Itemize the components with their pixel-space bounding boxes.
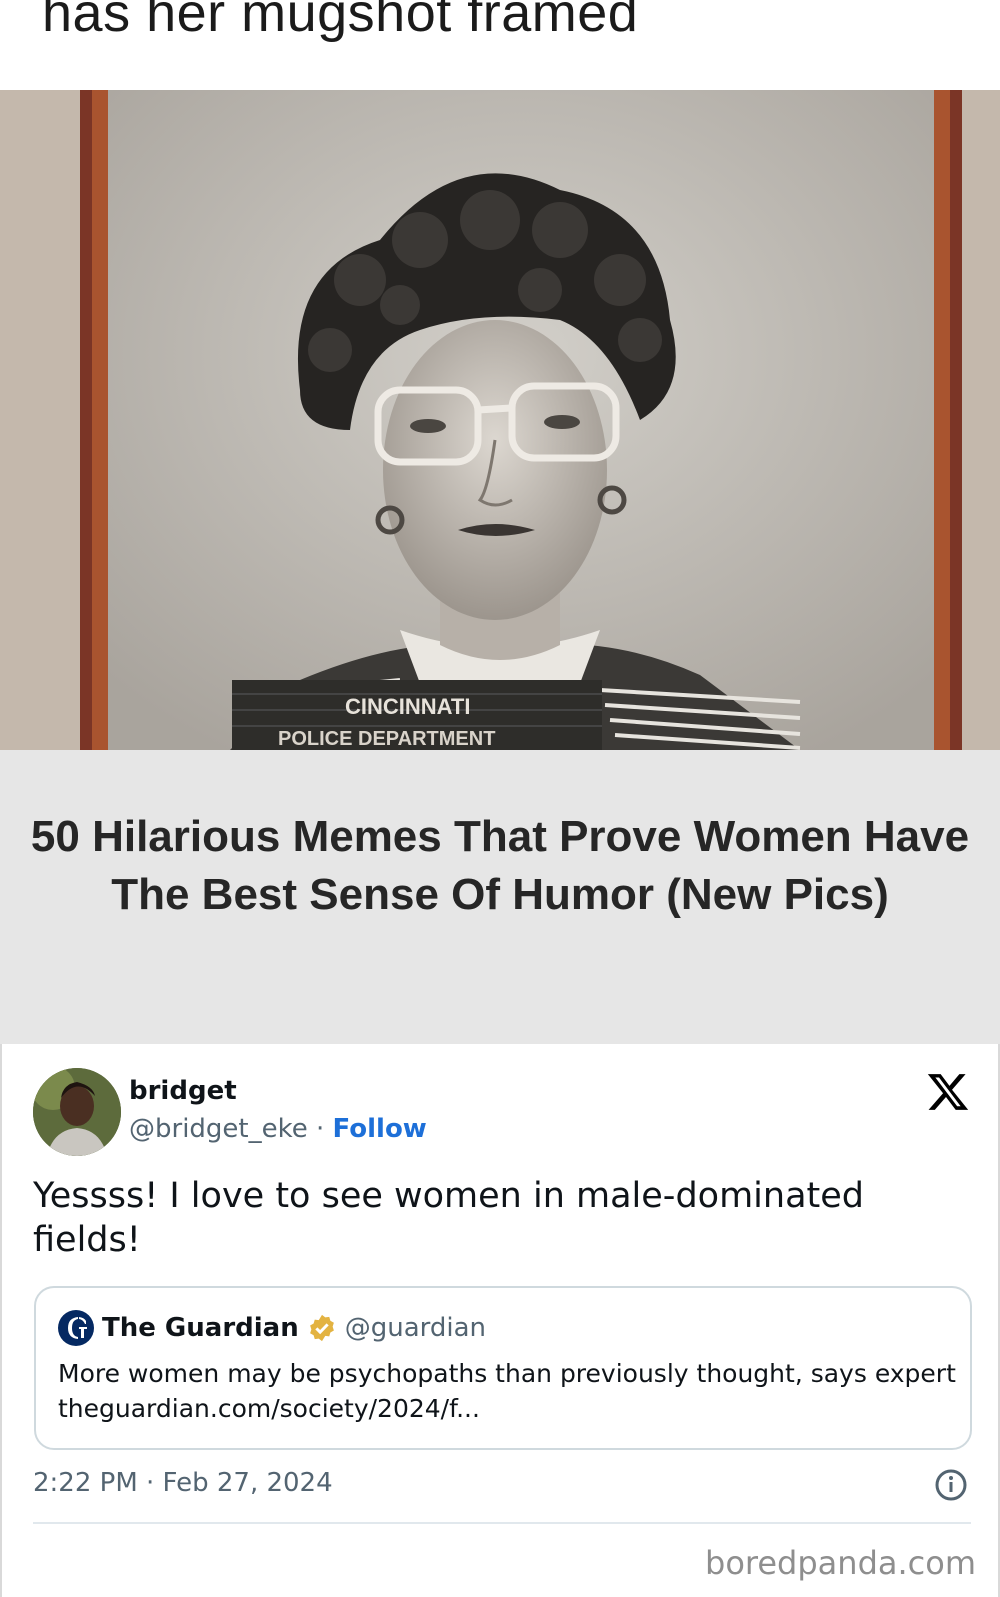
mugshot-illustration: CINCINNATI POLICE DEPARTMENT [0, 90, 1000, 750]
verified-badge-icon [309, 1314, 334, 1342]
tweet-timestamp[interactable]: 2:22 PM · Feb 27, 2024 [33, 1468, 333, 1498]
mugshot-photo: CINCINNATI POLICE DEPARTMENT [0, 90, 1000, 750]
user-handle[interactable]: @bridget_eke [129, 1114, 308, 1144]
guardian-logo-icon [58, 1310, 94, 1346]
user-meta: @bridget_eke · Follow [129, 1114, 427, 1144]
avatar-image [33, 1068, 121, 1156]
divider [33, 1522, 971, 1524]
quoted-tweet[interactable]: The Guardian @guardian More women may be… [34, 1286, 972, 1450]
quoted-tweet-header: The Guardian @guardian [58, 1310, 486, 1346]
watermark: boredpanda.com [705, 1544, 976, 1582]
tweet-card[interactable]: bridget @bridget_eke · Follow Yessss! I … [0, 1044, 1000, 1597]
user-name[interactable]: bridget [129, 1076, 237, 1106]
tweet-text: Yessss! I love to see women in male-domi… [33, 1176, 864, 1260]
article-headline-band: 50 Hilarious Memes That Prove Women Have… [0, 750, 1000, 1044]
quoted-author-handle: @guardian [344, 1313, 487, 1343]
placard-line1: CINCINNATI [345, 694, 470, 719]
top-caption: has her mugshot framed [0, 0, 1000, 90]
follow-button[interactable]: Follow [333, 1114, 427, 1144]
placard-line2: POLICE DEPARTMENT [278, 728, 495, 750]
info-icon[interactable] [934, 1468, 968, 1502]
meta-separator: · [307, 1114, 333, 1144]
article-title: 50 Hilarious Memes That Prove Women Have… [30, 812, 970, 919]
x-logo-icon[interactable] [926, 1070, 970, 1114]
quoted-author-name: The Guardian [102, 1313, 299, 1343]
quoted-tweet-text: More women may be psychopaths than previ… [58, 1359, 956, 1423]
avatar[interactable] [33, 1068, 121, 1156]
caption-text: has her mugshot framed [42, 0, 639, 43]
